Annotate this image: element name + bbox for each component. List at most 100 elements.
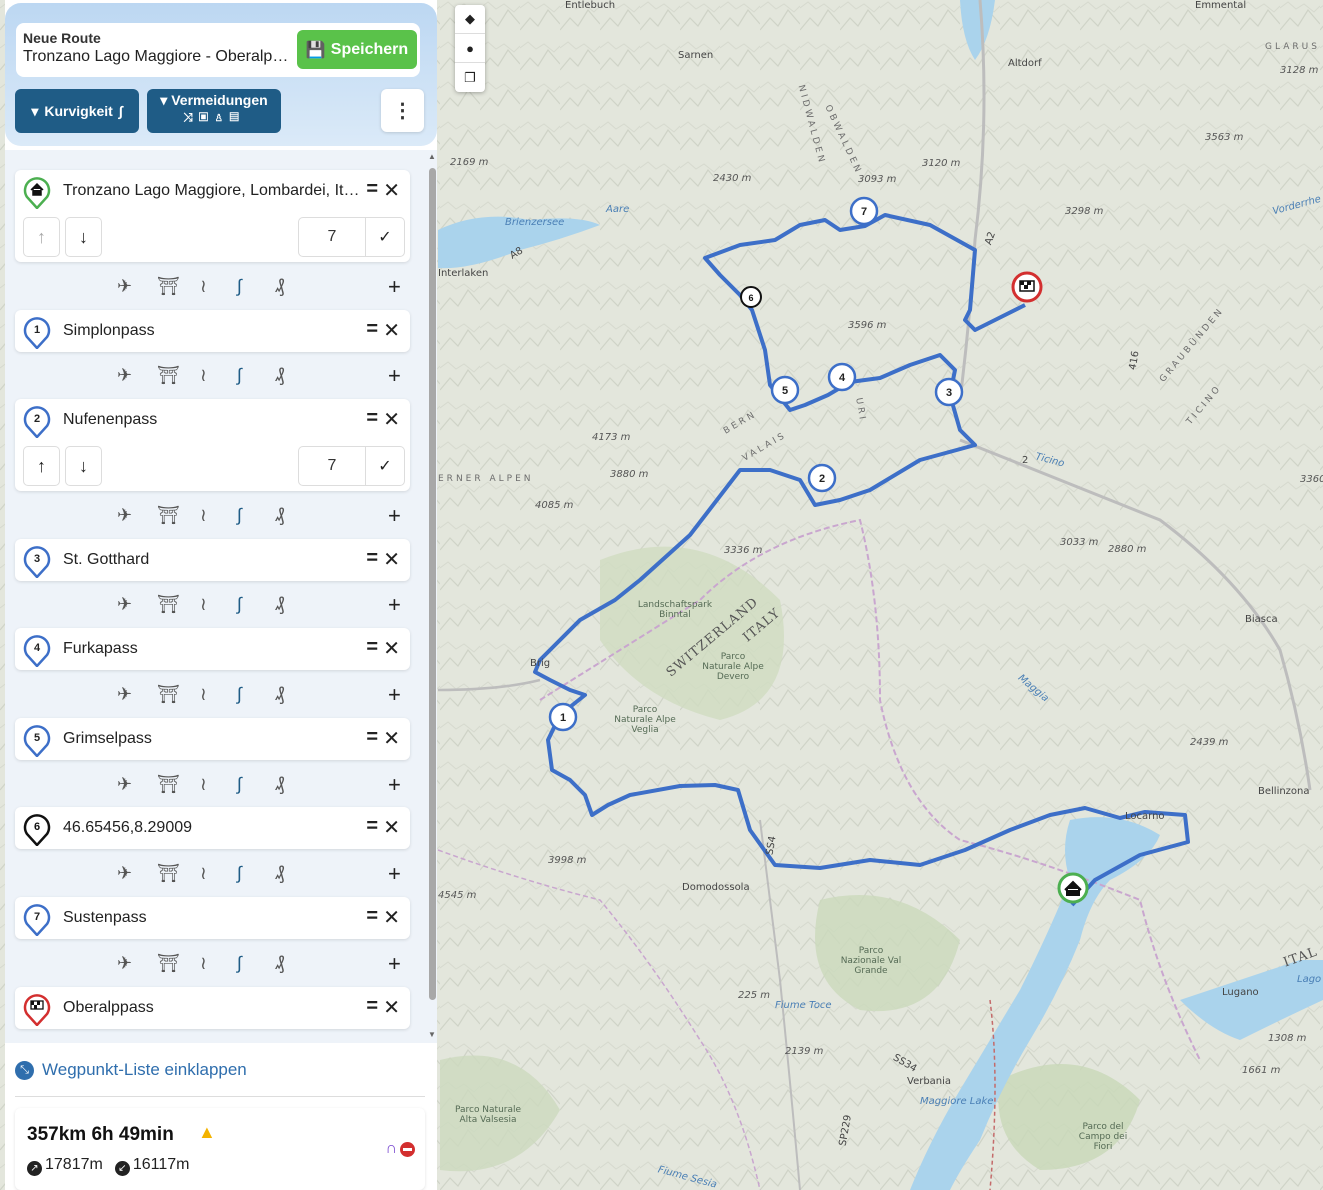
straight-icon[interactable]: ≀ — [200, 953, 207, 974]
add-waypoint-icon[interactable]: + — [388, 503, 401, 529]
curviness-dropdown[interactable]: ▾ Kurvigkeit ∫ — [15, 89, 139, 133]
curvy-icon[interactable]: ∫ — [237, 365, 242, 386]
waypoint-6[interactable]: 6 46.65456,8.29009 = ✕ — [15, 807, 410, 849]
straight-icon[interactable]: ≀ — [200, 774, 207, 795]
remove-icon[interactable]: ✕ — [383, 407, 400, 432]
move-up-button[interactable]: ↑ — [23, 217, 60, 257]
highway-icon[interactable]: ⛩ — [157, 365, 180, 386]
end-marker[interactable] — [1011, 271, 1043, 303]
count-input[interactable]: 7 — [298, 446, 366, 486]
remove-icon[interactable]: ✕ — [383, 726, 400, 751]
remove-icon[interactable]: ✕ — [383, 905, 400, 930]
avoid-dropdown[interactable]: ▾ Vermeidungen ⤨▣♙▤ — [147, 89, 281, 133]
highway-icon[interactable]: ⛩ — [157, 774, 180, 795]
curvy-icon[interactable]: ∫ — [237, 505, 242, 526]
drag-handle-icon[interactable]: = — [366, 905, 378, 928]
waypoint-name[interactable]: Grimselpass — [63, 730, 363, 748]
waypoint-3[interactable]: 3 St. Gotthard = ✕ — [15, 539, 410, 581]
waypoint-5[interactable]: 5 Grimselpass = ✕ — [15, 718, 410, 760]
curvy-icon[interactable]: ∫ — [237, 953, 242, 974]
straight-icon[interactable]: ≀ — [200, 365, 207, 386]
marker-6[interactable]: 6 — [740, 286, 762, 308]
marker-2[interactable]: 2 — [807, 463, 837, 493]
add-waypoint-icon[interactable]: + — [388, 861, 401, 887]
more-options-button[interactable]: ⋮ — [381, 89, 424, 132]
extra-curvy-icon[interactable]: ₰ — [275, 863, 284, 884]
scroll-up-icon[interactable]: ▲ — [428, 152, 436, 161]
highway-icon[interactable]: ⛩ — [157, 276, 180, 297]
waypoint-name[interactable]: Sustenpass — [63, 909, 363, 927]
fast-icon[interactable]: ✈ — [117, 365, 132, 386]
curvy-icon[interactable]: ∫ — [237, 863, 242, 884]
collapse-waypoint-list-link[interactable]: ⤡ Wegpunkt-Liste einklappen — [15, 1060, 247, 1080]
extra-curvy-icon[interactable]: ₰ — [275, 276, 284, 297]
route-name[interactable]: Tronzano Lago Maggiore - Oberalppass — [23, 48, 293, 66]
copy-icon[interactable]: ❐ — [455, 63, 485, 92]
drag-handle-icon[interactable]: = — [366, 547, 378, 570]
remove-icon[interactable]: ✕ — [383, 995, 400, 1020]
extra-curvy-icon[interactable]: ₰ — [275, 684, 284, 705]
waypoint-name[interactable]: Tronzano Lago Maggiore, Lombardei, Itali… — [63, 182, 363, 200]
confirm-button[interactable]: ✓ — [365, 217, 405, 257]
highway-icon[interactable]: ⛩ — [157, 684, 180, 705]
highway-icon[interactable]: ⛩ — [157, 594, 180, 615]
warning-icon[interactable]: ▲ — [198, 1122, 216, 1143]
waypoint-2[interactable]: 2 Nufenenpass = ✕ ↑ ↓ 7 ✓ — [15, 399, 410, 491]
curvy-icon[interactable]: ∫ — [237, 774, 242, 795]
count-input[interactable]: 7 — [298, 217, 366, 257]
waypoint-1[interactable]: 1 Simplonpass = ✕ — [15, 310, 410, 352]
add-waypoint-icon[interactable]: + — [388, 363, 401, 389]
tunnel-icon[interactable]: ∩ — [385, 1140, 397, 1158]
highway-icon[interactable]: ⛩ — [157, 953, 180, 974]
remove-icon[interactable]: ✕ — [383, 815, 400, 840]
waypoint-7[interactable]: 7 Sustenpass = ✕ — [15, 897, 410, 939]
highway-icon[interactable]: ⛩ — [157, 505, 180, 526]
marker-3[interactable]: 3 — [934, 377, 964, 407]
start-marker[interactable] — [1057, 872, 1089, 904]
fast-icon[interactable]: ✈ — [117, 276, 132, 297]
scrollbar[interactable]: ▲ ▼ — [426, 152, 437, 1042]
straight-icon[interactable]: ≀ — [200, 863, 207, 884]
move-down-button[interactable]: ↓ — [65, 446, 102, 486]
extra-curvy-icon[interactable]: ₰ — [275, 774, 284, 795]
save-button[interactable]: 💾 Speichern — [297, 30, 417, 69]
straight-icon[interactable]: ≀ — [200, 594, 207, 615]
waypoint-name[interactable]: Simplonpass — [63, 322, 363, 340]
extra-curvy-icon[interactable]: ₰ — [275, 953, 284, 974]
fast-icon[interactable]: ✈ — [117, 774, 132, 795]
drag-handle-icon[interactable]: = — [366, 407, 378, 430]
waypoint-4[interactable]: 4 Furkapass = ✕ — [15, 628, 410, 670]
waypoint-end[interactable]: Oberalppass = ✕ — [15, 987, 410, 1029]
extra-curvy-icon[interactable]: ₰ — [275, 594, 284, 615]
waypoint-name[interactable]: Oberalppass — [63, 999, 363, 1017]
highway-icon[interactable]: ⛩ — [157, 863, 180, 884]
add-waypoint-icon[interactable]: + — [388, 592, 401, 618]
remove-icon[interactable]: ✕ — [383, 636, 400, 661]
location-pin-icon[interactable]: ● — [455, 34, 485, 63]
drag-handle-icon[interactable]: = — [366, 726, 378, 749]
drag-handle-icon[interactable]: = — [366, 318, 378, 341]
no-entry-icon[interactable] — [400, 1142, 415, 1157]
fast-icon[interactable]: ✈ — [117, 594, 132, 615]
fast-icon[interactable]: ✈ — [117, 863, 132, 884]
remove-icon[interactable]: ✕ — [383, 547, 400, 572]
remove-icon[interactable]: ✕ — [383, 318, 400, 343]
waypoint-start[interactable]: Tronzano Lago Maggiore, Lombardei, Itali… — [15, 170, 410, 262]
drag-handle-icon[interactable]: = — [366, 636, 378, 659]
add-waypoint-icon[interactable]: + — [388, 274, 401, 300]
drag-handle-icon[interactable]: = — [366, 995, 378, 1018]
waypoint-name[interactable]: Furkapass — [63, 640, 363, 658]
add-waypoint-icon[interactable]: + — [388, 951, 401, 977]
scroll-thumb[interactable] — [429, 168, 436, 1000]
marker-5[interactable]: 5 — [770, 375, 800, 405]
curvy-icon[interactable]: ∫ — [237, 276, 242, 297]
drag-handle-icon[interactable]: = — [366, 815, 378, 838]
straight-icon[interactable]: ≀ — [200, 505, 207, 526]
remove-icon[interactable]: ✕ — [383, 178, 400, 203]
marker-7[interactable]: 7 — [849, 196, 879, 226]
scroll-down-icon[interactable]: ▼ — [428, 1030, 436, 1039]
layers-icon[interactable]: ◆ — [455, 5, 485, 34]
curvy-icon[interactable]: ∫ — [237, 684, 242, 705]
fast-icon[interactable]: ✈ — [117, 505, 132, 526]
confirm-button[interactable]: ✓ — [365, 446, 405, 486]
